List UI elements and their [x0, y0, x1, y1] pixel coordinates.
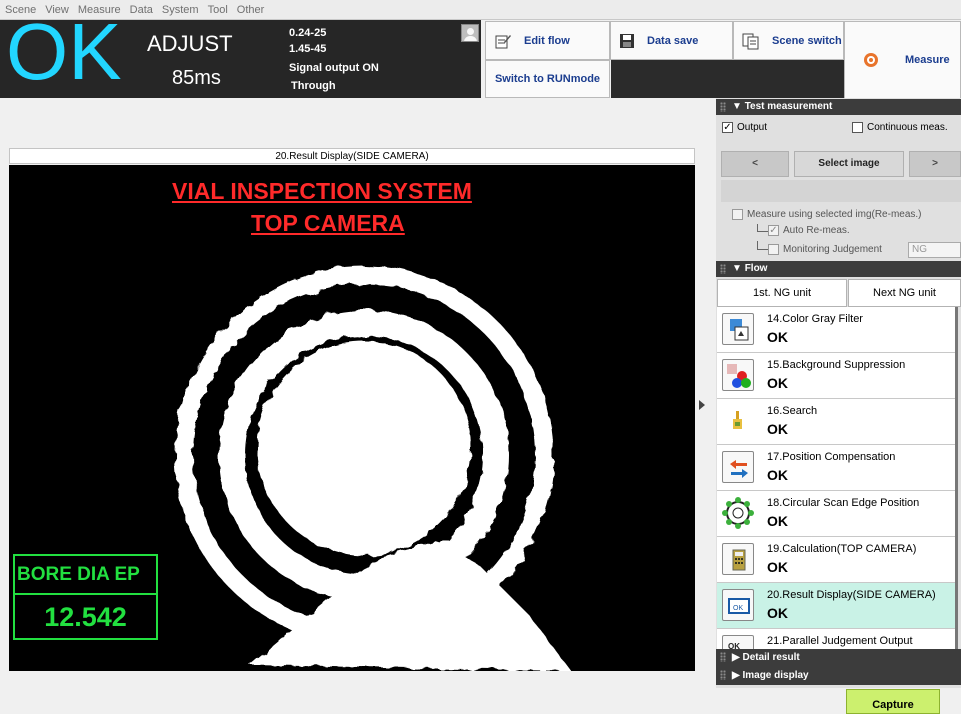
- menu-bar: Scene View Measure Data System Tool Othe…: [0, 0, 961, 20]
- flow-list[interactable]: 14.Color Gray Filter OK 15.Background Su…: [717, 307, 958, 649]
- mode-label: ADJUST: [147, 31, 233, 56]
- menu-data[interactable]: Data: [130, 4, 153, 16]
- parallel-output-icon: OKNG: [722, 635, 754, 649]
- switch-to-run-mode-button[interactable]: Switch to RUNmode: [485, 60, 610, 98]
- continuous-meas-checkbox[interactable]: Continuous meas.: [852, 121, 948, 133]
- next-image-button[interactable]: >: [909, 151, 961, 177]
- test-measurement-header[interactable]: ▼ Test measurement: [716, 99, 961, 115]
- caption-line-1: VIAL INSPECTION SYSTEM: [172, 178, 472, 204]
- capture-button[interactable]: Capture: [846, 689, 940, 714]
- measure-label: Measure: [905, 54, 950, 66]
- measure-button[interactable]: Measure: [844, 21, 961, 99]
- flow-item[interactable]: 19.Calculation(TOP CAMERA) OK: [717, 537, 955, 583]
- save-icon: [620, 33, 634, 48]
- result-display-icon: OK: [722, 589, 754, 621]
- scene-switch-button[interactable]: Scene switch: [733, 21, 844, 60]
- menu-system[interactable]: System: [162, 4, 199, 16]
- output-check-icon: ✓: [722, 121, 733, 133]
- svg-text:OK: OK: [728, 642, 740, 649]
- image-window-title: 20.Result Display(SIDE CAMERA): [9, 148, 695, 164]
- overall-judgement: OK: [6, 7, 122, 96]
- scene-switch-icon: [742, 33, 759, 49]
- flow-item[interactable]: 14.Color Gray Filter OK: [717, 307, 955, 353]
- flow-item[interactable]: 16.Search OK: [717, 399, 955, 445]
- info-line-2: 1.45-45: [289, 43, 327, 55]
- caption-line-2: TOP CAMERA: [251, 210, 405, 236]
- edit-flow-label: Edit flow: [524, 34, 570, 47]
- status-panel: OK ADJUST 85ms 0.24-25 1.45-45 Signal ou…: [0, 12, 481, 98]
- output-checkbox[interactable]: ✓ Output: [722, 121, 767, 133]
- first-ng-unit-button[interactable]: 1st. NG unit: [717, 279, 847, 307]
- measure-icon: [864, 53, 878, 67]
- flow-item[interactable]: 17.Position Compensation OK: [717, 445, 955, 491]
- flow-item-selected[interactable]: OK 20.Result Display(SIDE CAMERA) OK: [717, 583, 955, 629]
- overlay-label: BORE DIA EP: [15, 556, 156, 595]
- expand-panel-arrow-icon[interactable]: [699, 400, 705, 410]
- image-display-header[interactable]: ▶ Image display: [716, 667, 961, 685]
- info-line-1: 0.24-25: [289, 27, 327, 39]
- background-suppression-icon: [722, 359, 754, 391]
- measurement-overlay: BORE DIA EP 12.542: [13, 554, 158, 640]
- data-save-label: Data save: [647, 34, 699, 47]
- image-select-field: [721, 180, 961, 202]
- menu-tool[interactable]: Tool: [208, 4, 228, 16]
- scene-switch-label: Scene switch: [772, 34, 842, 47]
- detail-result-header[interactable]: ▶ Detail result: [716, 649, 961, 667]
- calculator-icon: [722, 543, 754, 575]
- auto-remeasure-checkbox[interactable]: ✓ Auto Re-meas.: [768, 224, 850, 236]
- position-compensation-icon: [722, 451, 754, 483]
- color-gray-filter-icon: [722, 313, 754, 345]
- edit-flow-button[interactable]: Edit flow: [485, 21, 610, 60]
- camera-image[interactable]: VIAL INSPECTION SYSTEM TOP CAMERA BORE D…: [9, 165, 695, 671]
- circular-scan-icon: [722, 497, 754, 529]
- flow-item[interactable]: 18.Circular Scan Edge Position OK: [717, 491, 955, 537]
- next-ng-unit-button[interactable]: Next NG unit: [848, 279, 961, 307]
- svg-text:OK: OK: [733, 605, 743, 612]
- select-image-button[interactable]: Select image: [794, 151, 904, 177]
- flow-item[interactable]: OKNG 21.Parallel Judgement Output OK: [717, 629, 955, 649]
- signal-output-status: Signal output ON: [289, 62, 379, 74]
- through-status: Through: [291, 80, 336, 92]
- remeasure-checkbox[interactable]: Measure using selected img(Re-meas.): [732, 208, 922, 220]
- monitoring-judgement-select[interactable]: NG: [908, 242, 961, 258]
- edit-flow-icon: [495, 34, 511, 48]
- run-mode-label: Switch to RUNmode: [494, 73, 601, 85]
- monitoring-judgement-checkbox[interactable]: Monitoring Judgement: [768, 243, 882, 255]
- measure-time: 85ms: [172, 67, 221, 89]
- toolbar-spacer: [611, 60, 844, 98]
- menu-other[interactable]: Other: [237, 4, 265, 16]
- search-icon: [722, 405, 754, 437]
- data-save-button[interactable]: Data save: [610, 21, 733, 60]
- flow-header[interactable]: ▼ Flow: [716, 261, 961, 277]
- user-icon[interactable]: [461, 24, 479, 42]
- overlay-value: 12.542: [44, 602, 127, 632]
- previous-image-button[interactable]: <: [721, 151, 789, 177]
- flow-item[interactable]: 15.Background Suppression OK: [717, 353, 955, 399]
